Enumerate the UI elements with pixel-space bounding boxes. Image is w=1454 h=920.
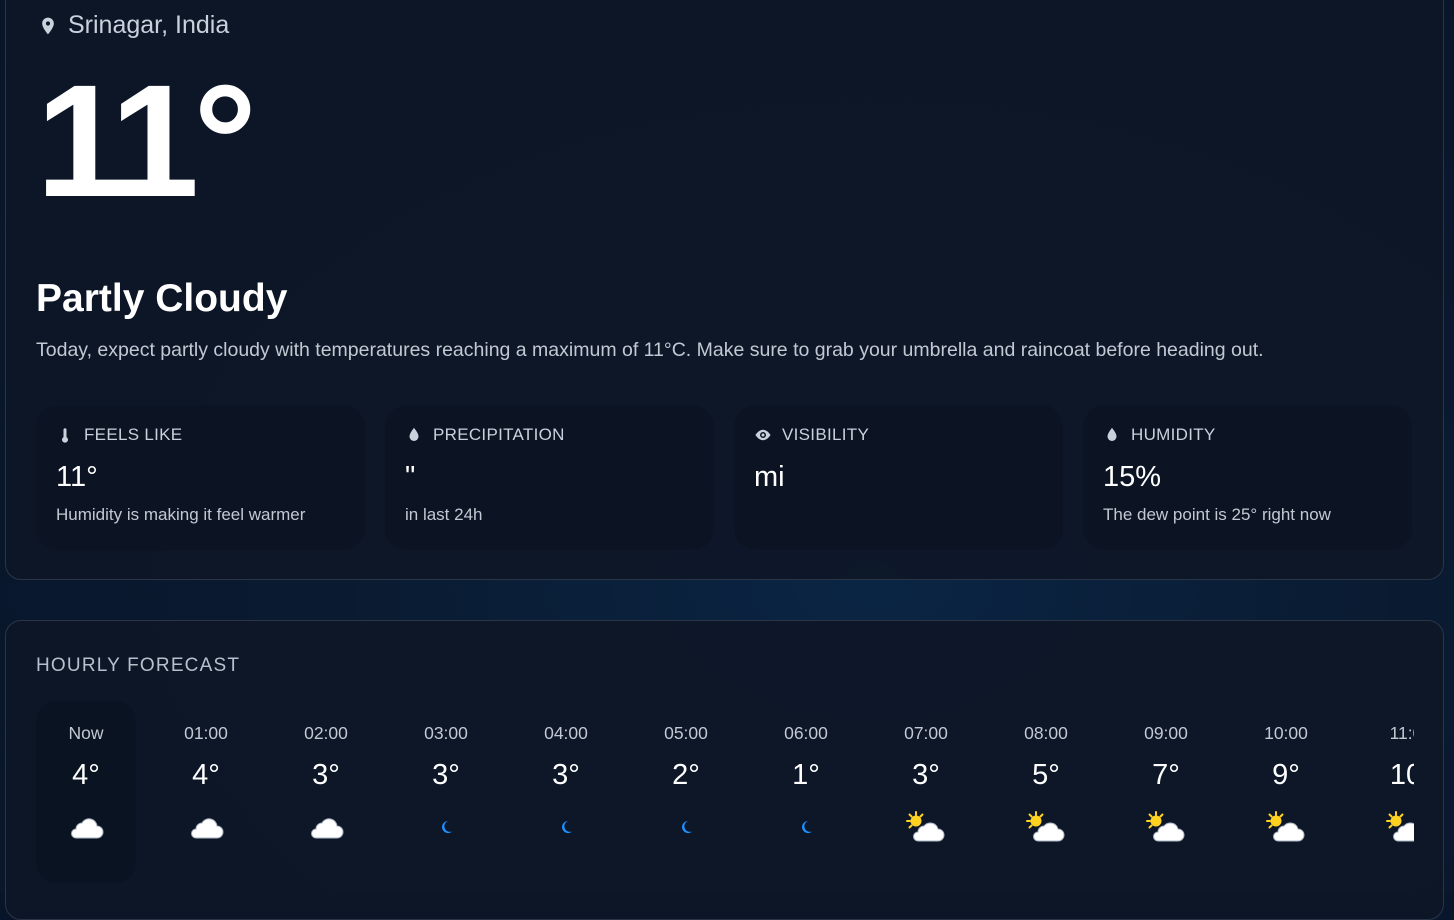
hour-item[interactable]: 04:00 3° bbox=[516, 701, 616, 883]
sun-cloud-icon bbox=[996, 809, 1096, 845]
eye-icon bbox=[755, 429, 771, 441]
hour-temperature: 10 bbox=[1389, 759, 1414, 791]
humidity-tile: HUMIDITY 15% The dew point is 25° right … bbox=[1083, 405, 1412, 550]
current-temperature: 11° bbox=[36, 51, 257, 230]
condition-title: Partly Cloudy bbox=[36, 277, 288, 320]
tile-label: VISIBILITY bbox=[782, 425, 870, 444]
hour-temperature: 5° bbox=[1032, 759, 1060, 791]
thermometer-icon bbox=[62, 428, 68, 443]
hourly-title: HOURLY FORECAST bbox=[36, 655, 241, 676]
tile-note: The dew point is 25° right now bbox=[1103, 505, 1331, 524]
hour-item[interactable]: 01:00 4° bbox=[156, 701, 256, 883]
tile-value: 15% bbox=[1103, 461, 1162, 493]
hour-temperature: 4° bbox=[72, 759, 100, 791]
hour-time: 04:00 bbox=[544, 723, 588, 743]
hour-time: 11:0 bbox=[1389, 723, 1414, 743]
hour-temperature: 9° bbox=[1272, 759, 1300, 791]
cloud-icon bbox=[156, 809, 256, 845]
tile-label: FEELS LIKE bbox=[84, 425, 183, 444]
hour-item[interactable]: 02:00 3° bbox=[276, 701, 376, 883]
sun-cloud-icon bbox=[1116, 809, 1216, 845]
hour-item[interactable]: 10:00 9° bbox=[1236, 701, 1336, 883]
hour-item[interactable]: 09:00 7° bbox=[1116, 701, 1216, 883]
map-pin-icon bbox=[42, 17, 54, 34]
droplet-icon bbox=[1107, 427, 1117, 441]
visibility-tile: VISIBILITY mi bbox=[734, 405, 1063, 550]
hour-time: 10:00 bbox=[1264, 723, 1308, 743]
hourly-forecast-card: HOURLY FORECAST Now 4° 01:00 4° 02:00 3° 03:00… bbox=[5, 620, 1444, 920]
cloud-icon bbox=[276, 809, 376, 845]
hour-time: 01:00 bbox=[184, 723, 228, 743]
hour-temperature: 3° bbox=[432, 759, 460, 791]
hour-item[interactable]: 06:00 1° bbox=[756, 701, 856, 883]
hour-temperature: 3° bbox=[912, 759, 940, 791]
hour-time: 02:00 bbox=[304, 723, 348, 743]
hour-time: 07:00 bbox=[904, 723, 948, 743]
precipitation-tile: PRECIPITATION " in last 24h bbox=[385, 405, 714, 550]
hour-temperature: 7° bbox=[1152, 759, 1180, 791]
hour-item[interactable]: 03:00 3° bbox=[396, 701, 496, 883]
hour-temperature: 2° bbox=[672, 759, 700, 791]
hour-temperature: 3° bbox=[312, 759, 340, 791]
droplet-icon bbox=[409, 427, 419, 441]
hour-time: 08:00 bbox=[1024, 723, 1068, 743]
hour-temperature: 1° bbox=[792, 759, 820, 791]
tile-note: Humidity is making it feel warmer bbox=[56, 505, 306, 524]
cloud-icon bbox=[36, 809, 136, 845]
hour-item[interactable]: 05:00 2° bbox=[636, 701, 736, 883]
tile-label: HUMIDITY bbox=[1131, 425, 1216, 444]
hour-item[interactable]: 11:0 10 bbox=[1356, 701, 1414, 883]
location-name: Srinagar, India bbox=[68, 11, 230, 39]
tile-value: 11° bbox=[56, 461, 98, 493]
detail-tiles: FEELS LIKE 11° Humidity is making it fee… bbox=[36, 405, 1412, 550]
hour-time: Now bbox=[68, 723, 104, 743]
sun-cloud-icon bbox=[1356, 809, 1414, 845]
hour-time: 03:00 bbox=[424, 723, 468, 743]
hour-item-now[interactable]: Now 4° bbox=[36, 701, 136, 883]
hour-time: 06:00 bbox=[784, 723, 828, 743]
moon-icon bbox=[636, 809, 736, 845]
hour-time: 09:00 bbox=[1144, 723, 1188, 743]
hour-item[interactable]: 08:00 5° bbox=[996, 701, 1096, 883]
weather-summary: Today, expect partly cloudy with tempera… bbox=[36, 339, 1264, 361]
hour-temperature: 4° bbox=[192, 759, 220, 791]
hour-temperature: 3° bbox=[552, 759, 580, 791]
hourly-list[interactable]: Now 4° 01:00 4° 02:00 3° 03:00 3° 04:00 3° 05:00 2°… bbox=[36, 701, 1414, 891]
sun-cloud-icon bbox=[1236, 809, 1336, 845]
tile-note: in last 24h bbox=[405, 505, 483, 524]
sun-cloud-icon bbox=[876, 809, 976, 845]
location: Srinagar, India bbox=[38, 11, 229, 40]
tile-value: " bbox=[405, 461, 416, 493]
feels-like-tile: FEELS LIKE 11° Humidity is making it fee… bbox=[36, 405, 365, 550]
current-weather-card: Srinagar, India 11° Partly Cloudy Today,… bbox=[5, 0, 1444, 580]
hour-item[interactable]: 07:00 3° bbox=[876, 701, 976, 883]
hour-time: 05:00 bbox=[664, 723, 708, 743]
moon-icon bbox=[756, 809, 856, 845]
moon-icon bbox=[516, 809, 616, 845]
moon-icon bbox=[396, 809, 496, 845]
tile-label: PRECIPITATION bbox=[433, 425, 565, 444]
tile-value: mi bbox=[754, 461, 785, 493]
